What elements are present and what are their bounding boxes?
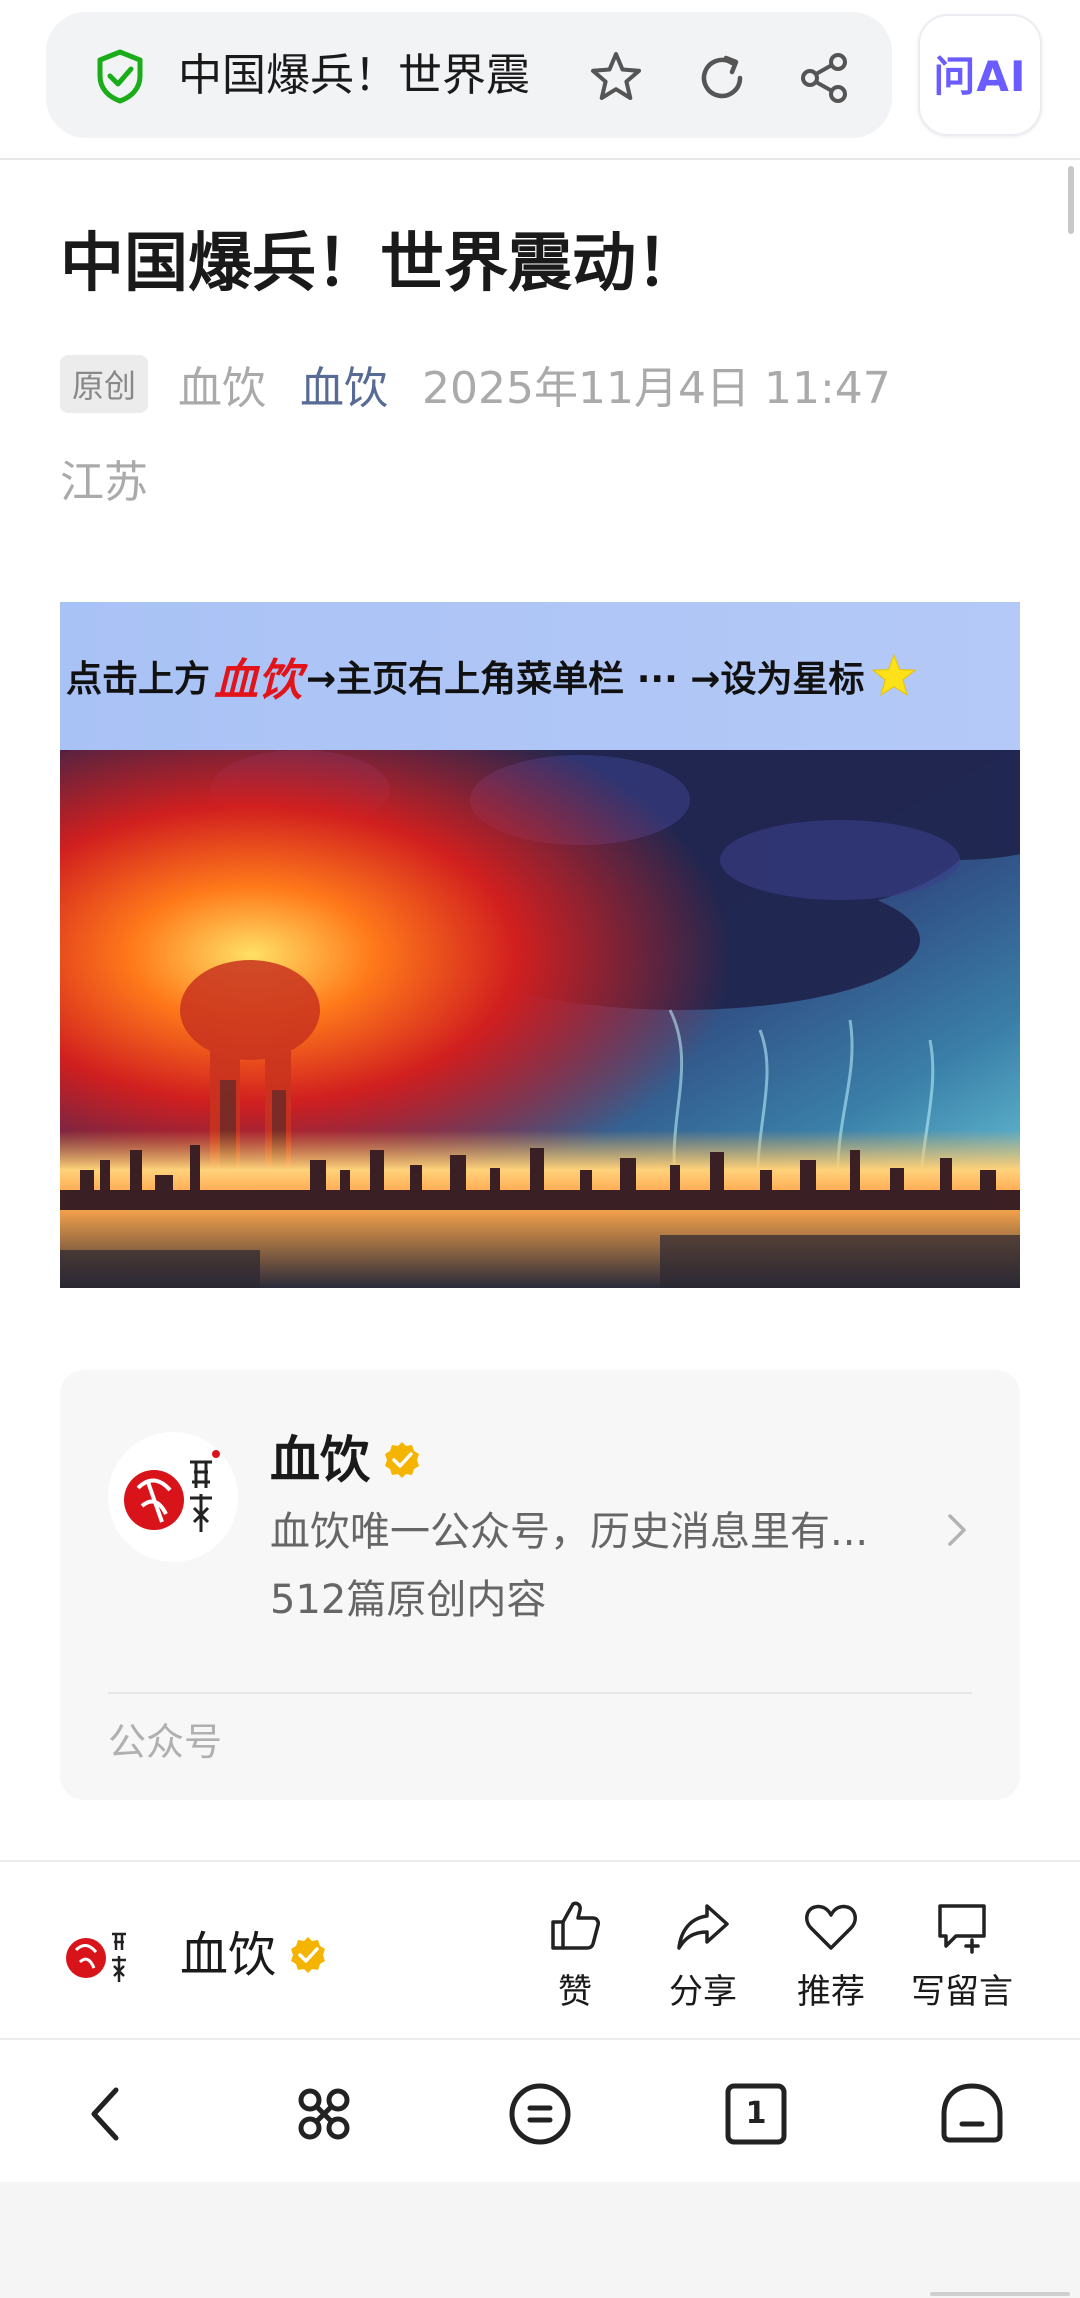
tabs-button[interactable]: 1 [720, 2078, 792, 2150]
publish-location: 江苏 [60, 457, 148, 508]
card-divider [108, 1692, 972, 1694]
author-name-bar[interactable]: 血饮 [180, 1922, 328, 1988]
banner-prefix: 点击上方 [66, 659, 211, 700]
account-link[interactable]: 血饮 [300, 352, 388, 416]
verified-badge-icon [385, 1442, 419, 1478]
account-name-text: 血饮 [270, 1431, 370, 1489]
home-icon[interactable] [936, 2078, 1008, 2150]
hero-image-explosion [60, 750, 1020, 1288]
star-icon [872, 653, 917, 697]
account-name: 血饮 [270, 1428, 422, 1492]
page-tab-title: 中国爆兵！世界震 [178, 50, 530, 101]
account-logo-icon [108, 1432, 238, 1562]
account-description: 血饮唯一公众号，历史消息里有... [270, 1509, 869, 1555]
scrollbar[interactable] [1068, 166, 1074, 234]
comment-button[interactable]: 写留言 [906, 1896, 1018, 2013]
publish-date: 2025年11月4日 11:47 [422, 363, 891, 414]
account-avatar [108, 1432, 238, 1562]
like-button[interactable]: 赞 [520, 1896, 630, 2013]
shield-check-icon [97, 49, 143, 104]
comment-label: 写留言 [911, 1972, 1013, 2012]
gesture-handle[interactable] [930, 2292, 1070, 2296]
share-icon[interactable] [794, 48, 854, 108]
browser-nav-bar: 1 [0, 2042, 1080, 2182]
verified-badge-icon [291, 1937, 326, 1973]
account-card[interactable]: 血饮 血饮唯一公众号，历史消息里有... 512篇原创内容 公众号 [60, 1370, 1020, 1800]
refresh-icon[interactable] [692, 48, 752, 108]
recommend-button[interactable]: 推荐 [776, 1896, 886, 2013]
article-title: 中国爆兵！世界震动！ [60, 227, 700, 301]
star-bookmark-icon[interactable] [586, 48, 646, 108]
ask-ai-button[interactable]: 问AI [918, 14, 1042, 136]
author-name: 血饮 [178, 363, 267, 414]
thumbs-up-icon [551, 1901, 600, 1950]
author-avatar[interactable] [58, 1914, 142, 1998]
share-label: 分享 [669, 1972, 737, 2012]
share-button[interactable]: 分享 [648, 1896, 758, 2013]
banner-suffix: →主页右上角菜单栏 ··· →设为星标 [306, 659, 865, 700]
original-tag: 原创 [60, 355, 149, 413]
article-meta: 原创 血饮 血饮 2025年11月4日 11:47 [60, 354, 891, 414]
browser-top-bar: 中国爆兵！世界震 问AI [0, 0, 1080, 160]
chevron-right-icon [948, 1514, 966, 1546]
recommend-label: 推荐 [797, 1972, 865, 2012]
comment-add-icon [938, 1904, 986, 1954]
back-icon[interactable] [72, 2078, 144, 2150]
article-action-bar: 血饮 赞 分享 推荐 写留言 [0, 1860, 1080, 2040]
follow-banner: 点击上方 血饮 →主页右上角菜单栏 ··· →设为星标 [60, 602, 1020, 750]
original-count: 512篇原创内容 [270, 1577, 547, 1623]
account-logo-icon [58, 1914, 142, 1998]
menu-icon[interactable] [504, 2078, 576, 2150]
ask-ai-label: 问AI [933, 52, 1027, 101]
address-bar[interactable]: 中国爆兵！世界震 [46, 12, 892, 138]
command-icon[interactable] [288, 2078, 360, 2150]
author-name-bar-text: 血饮 [180, 1927, 277, 1983]
tabs-count: 1 [745, 2096, 767, 2131]
heart-icon [805, 1904, 857, 1950]
banner-brand: 血饮 [214, 655, 303, 706]
like-label: 赞 [558, 1972, 592, 2012]
system-gesture-bar [0, 2182, 1080, 2298]
card-footer-label: 公众号 [108, 1720, 223, 1764]
share-arrow-icon [677, 1904, 729, 1950]
